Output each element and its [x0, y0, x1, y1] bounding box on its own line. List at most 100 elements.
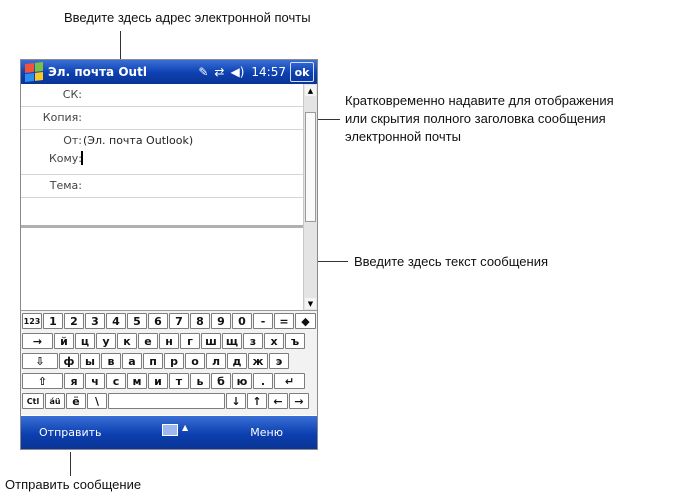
key[interactable]: ф — [59, 353, 79, 369]
key[interactable]: ь — [190, 373, 210, 389]
leader-send — [70, 452, 71, 476]
bcc-row[interactable]: СК: — [21, 84, 303, 107]
bcc-label: СК: — [62, 88, 82, 101]
arrow-down-icon[interactable]: ↓ — [226, 393, 246, 409]
callout-header-toggle-line1: Кратковременно надавите для отображения — [345, 93, 614, 108]
key[interactable]: 9 — [211, 313, 231, 329]
key[interactable]: 7 — [169, 313, 189, 329]
from-field[interactable]: (Эл. почта Outlook) — [83, 134, 193, 147]
key[interactable]: в — [101, 353, 121, 369]
key[interactable]: г — [180, 333, 200, 349]
arrow-left-icon[interactable]: ← — [268, 393, 288, 409]
key[interactable]: ч — [85, 373, 105, 389]
enter-icon[interactable]: ↵ — [274, 373, 305, 389]
key[interactable]: а — [122, 353, 142, 369]
key[interactable]: щ — [222, 333, 242, 349]
key[interactable]: и — [148, 373, 168, 389]
key[interactable]: с — [106, 373, 126, 389]
key[interactable]: л — [206, 353, 226, 369]
key[interactable]: х — [264, 333, 284, 349]
backspace-icon[interactable]: ◆ — [295, 313, 316, 329]
keyboard-icon[interactable] — [162, 424, 178, 436]
key[interactable]: ы — [80, 353, 100, 369]
key[interactable]: з — [243, 333, 263, 349]
key[interactable]: д — [227, 353, 247, 369]
key[interactable]: б — [211, 373, 231, 389]
shift-icon[interactable]: ⇧ — [22, 373, 63, 389]
keyboard-row-3: ⇩ ф ы в а п р о л д ж э — [22, 353, 290, 370]
keyboard-row-5: Ctl áü ё \ ↓ ↑ ← → — [22, 393, 310, 410]
text-caret — [81, 151, 83, 165]
key[interactable]: ш — [201, 333, 221, 349]
app-title: Эл. почта Outl — [48, 65, 147, 79]
arrow-right-icon[interactable]: → — [289, 393, 309, 409]
key[interactable]: э — [269, 353, 289, 369]
ctl-key[interactable]: Ctl — [22, 393, 44, 409]
cc-row[interactable]: Копия: — [21, 107, 303, 130]
key[interactable]: 6 — [148, 313, 168, 329]
key[interactable]: 5 — [127, 313, 147, 329]
callout-email-address: Введите здесь адрес электронной почты — [64, 10, 311, 25]
scroll-thumb[interactable] — [305, 112, 316, 222]
key[interactable]: ю — [232, 373, 252, 389]
key[interactable]: р — [164, 353, 184, 369]
key[interactable]: ё — [66, 393, 86, 409]
key[interactable]: п — [143, 353, 163, 369]
ok-button[interactable]: ok — [290, 62, 314, 82]
key[interactable]: н — [159, 333, 179, 349]
start-flag-icon[interactable] — [25, 62, 43, 82]
callout-header-toggle: Кратковременно надавите для отображения … — [345, 92, 665, 146]
scroll-down-icon[interactable]: ▼ — [305, 298, 316, 309]
key[interactable]: = — [274, 313, 294, 329]
key[interactable]: 8 — [190, 313, 210, 329]
title-bar: Эл. почта Outl ✎ ⇄ ◀) 14:57 ok — [21, 60, 317, 84]
caps-lock-icon[interactable]: ⇩ — [22, 353, 58, 369]
cc-label: Копия: — [42, 111, 82, 124]
keyboard-row-1: 123 1 2 3 4 5 6 7 8 9 0 - = ◆ — [22, 313, 317, 330]
send-button[interactable]: Отправить — [39, 426, 102, 439]
key[interactable]: к — [117, 333, 137, 349]
key[interactable]: м — [127, 373, 147, 389]
key[interactable]: у — [96, 333, 116, 349]
key[interactable]: е — [138, 333, 158, 349]
key[interactable]: 3 — [85, 313, 105, 329]
to-row[interactable]: Кому: — [21, 148, 303, 175]
menu-button[interactable]: Меню — [250, 426, 283, 439]
key[interactable]: о — [185, 353, 205, 369]
tab-key-icon[interactable]: → — [22, 333, 53, 349]
subject-row[interactable]: Тема: — [21, 175, 303, 198]
speaker-icon[interactable]: ◀) — [230, 65, 244, 79]
scrollbar[interactable]: ▲ ▼ — [303, 84, 317, 310]
key[interactable]: ж — [248, 353, 268, 369]
scroll-up-icon[interactable]: ▲ — [305, 85, 316, 96]
key[interactable]: 1 — [43, 313, 63, 329]
key[interactable]: - — [253, 313, 273, 329]
sip-arrow-icon[interactable]: ▲ — [182, 423, 188, 432]
key[interactable]: я — [64, 373, 84, 389]
arrow-up-icon[interactable]: ↑ — [247, 393, 267, 409]
on-screen-keyboard: 123 1 2 3 4 5 6 7 8 9 0 - = ◆ → й ц у к … — [21, 310, 317, 415]
space-key[interactable] — [108, 393, 225, 409]
edit-icon[interactable]: ✎ — [198, 65, 208, 79]
keyboard-row-4: ⇧ я ч с м и т ь б ю . ↵ — [22, 373, 306, 390]
key[interactable]: . — [253, 373, 273, 389]
accent-key[interactable]: áü — [45, 393, 65, 409]
key[interactable]: ц — [75, 333, 95, 349]
key[interactable]: 0 — [232, 313, 252, 329]
key[interactable]: ъ — [285, 333, 305, 349]
subject-label: Тема: — [49, 179, 82, 192]
key[interactable]: й — [54, 333, 74, 349]
menu-bar: Отправить ▲ Меню — [21, 416, 317, 449]
message-body-field[interactable] — [21, 228, 303, 306]
key[interactable]: т — [169, 373, 189, 389]
keyboard-row-2: → й ц у к е н г ш щ з х ъ — [22, 333, 306, 350]
key-num-mode[interactable]: 123 — [22, 313, 42, 329]
to-label: Кому: — [48, 152, 82, 165]
clock[interactable]: 14:57 — [251, 65, 286, 79]
message-header: СК: Копия: От: (Эл. почта Outlook) Кому:… — [21, 84, 303, 223]
key[interactable]: 2 — [64, 313, 84, 329]
key[interactable]: \ — [87, 393, 107, 409]
key[interactable]: 4 — [106, 313, 126, 329]
callout-message-text: Введите здесь текст сообщения — [354, 254, 548, 269]
connectivity-icon[interactable]: ⇄ — [214, 65, 224, 79]
